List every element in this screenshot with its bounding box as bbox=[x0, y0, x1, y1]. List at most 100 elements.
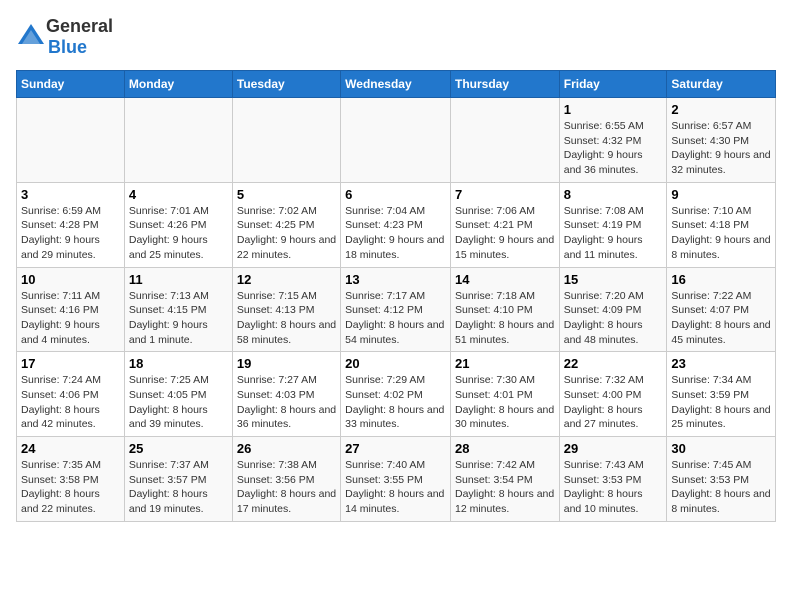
day-number: 12 bbox=[237, 272, 336, 287]
day-cell-5-6: 29 Sunrise: 7:43 AM Sunset: 3:53 PM Dayli… bbox=[559, 437, 667, 522]
day-number: 18 bbox=[129, 356, 228, 371]
day-cell-4-3: 19 Sunrise: 7:27 AM Sunset: 4:03 PM Dayli… bbox=[232, 352, 340, 437]
day-number: 22 bbox=[564, 356, 663, 371]
day-cell-4-6: 22 Sunrise: 7:32 AM Sunset: 4:00 PM Dayli… bbox=[559, 352, 667, 437]
day-info: Sunrise: 7:04 AM Sunset: 4:23 PM Dayligh… bbox=[345, 204, 446, 263]
day-cell-4-7: 23Sunrise: 7:34 AM Sunset: 3:59 PM Dayli… bbox=[667, 352, 776, 437]
day-cell-5-4: 27 Sunrise: 7:40 AM Sunset: 3:55 PM Dayli… bbox=[341, 437, 451, 522]
day-cell-3-4: 13 Sunrise: 7:17 AM Sunset: 4:12 PM Dayli… bbox=[341, 267, 451, 352]
day-info: Sunrise: 7:22 AM Sunset: 4:07 PM Dayligh… bbox=[671, 289, 771, 348]
day-cell-4-5: 21 Sunrise: 7:30 AM Sunset: 4:01 PM Dayli… bbox=[450, 352, 559, 437]
day-cell-3-6: 15Sunrise: 7:20 AM Sunset: 4:09 PM Dayli… bbox=[559, 267, 667, 352]
weekday-header-sunday: Sunday bbox=[17, 71, 125, 98]
day-info: Sunrise: 7:34 AM Sunset: 3:59 PM Dayligh… bbox=[671, 373, 771, 432]
weekday-header-row: SundayMondayTuesdayWednesdayThursdayFrid… bbox=[17, 71, 776, 98]
day-info: Sunrise: 7:13 AM Sunset: 4:15 PM Dayligh… bbox=[129, 289, 228, 348]
day-number: 3 bbox=[21, 187, 120, 202]
day-cell-1-1 bbox=[17, 98, 125, 183]
week-row-1: 1 Sunrise: 6:55 AM Sunset: 4:32 PM Daylig… bbox=[17, 98, 776, 183]
day-cell-5-5: 28 Sunrise: 7:42 AM Sunset: 3:54 PM Dayli… bbox=[450, 437, 559, 522]
day-cell-3-3: 12 Sunrise: 7:15 AM Sunset: 4:13 PM Dayli… bbox=[232, 267, 340, 352]
day-info: Sunrise: 7:42 AM Sunset: 3:54 PM Dayligh… bbox=[455, 458, 555, 517]
day-cell-2-1: 3Sunrise: 6:59 AM Sunset: 4:28 PM Daylig… bbox=[17, 182, 125, 267]
calendar-body: 1 Sunrise: 6:55 AM Sunset: 4:32 PM Daylig… bbox=[17, 98, 776, 522]
day-number: 9 bbox=[671, 187, 771, 202]
day-number: 24 bbox=[21, 441, 120, 456]
day-number: 6 bbox=[345, 187, 446, 202]
day-info: Sunrise: 7:24 AM Sunset: 4:06 PM Dayligh… bbox=[21, 373, 120, 432]
logo-general: General bbox=[46, 16, 113, 36]
day-number: 7 bbox=[455, 187, 555, 202]
day-info: Sunrise: 7:32 AM Sunset: 4:00 PM Dayligh… bbox=[564, 373, 663, 432]
day-number: 17 bbox=[21, 356, 120, 371]
day-cell-1-6: 1 Sunrise: 6:55 AM Sunset: 4:32 PM Daylig… bbox=[559, 98, 667, 183]
day-cell-2-5: 7 Sunrise: 7:06 AM Sunset: 4:21 PM Daylig… bbox=[450, 182, 559, 267]
day-number: 25 bbox=[129, 441, 228, 456]
day-info: Sunrise: 7:10 AM Sunset: 4:18 PM Dayligh… bbox=[671, 204, 771, 263]
weekday-header-monday: Monday bbox=[124, 71, 232, 98]
day-cell-1-7: 2 Sunrise: 6:57 AM Sunset: 4:30 PM Daylig… bbox=[667, 98, 776, 183]
day-number: 14 bbox=[455, 272, 555, 287]
day-number: 29 bbox=[564, 441, 663, 456]
day-number: 13 bbox=[345, 272, 446, 287]
day-info: Sunrise: 7:08 AM Sunset: 4:19 PM Dayligh… bbox=[564, 204, 663, 263]
day-number: 26 bbox=[237, 441, 336, 456]
day-number: 8 bbox=[564, 187, 663, 202]
day-info: Sunrise: 7:45 AM Sunset: 3:53 PM Dayligh… bbox=[671, 458, 771, 517]
day-info: Sunrise: 7:27 AM Sunset: 4:03 PM Dayligh… bbox=[237, 373, 336, 432]
day-info: Sunrise: 7:37 AM Sunset: 3:57 PM Dayligh… bbox=[129, 458, 228, 517]
logo-blue: Blue bbox=[48, 37, 87, 57]
day-cell-2-6: 8 Sunrise: 7:08 AM Sunset: 4:19 PM Daylig… bbox=[559, 182, 667, 267]
day-cell-5-1: 24 Sunrise: 7:35 AM Sunset: 3:58 PM Dayli… bbox=[17, 437, 125, 522]
day-cell-4-2: 18 Sunrise: 7:25 AM Sunset: 4:05 PM Dayli… bbox=[124, 352, 232, 437]
day-info: Sunrise: 7:43 AM Sunset: 3:53 PM Dayligh… bbox=[564, 458, 663, 517]
day-info: Sunrise: 7:25 AM Sunset: 4:05 PM Dayligh… bbox=[129, 373, 228, 432]
day-cell-5-3: 26 Sunrise: 7:38 AM Sunset: 3:56 PM Dayli… bbox=[232, 437, 340, 522]
day-info: Sunrise: 6:57 AM Sunset: 4:30 PM Dayligh… bbox=[671, 119, 771, 178]
day-number: 20 bbox=[345, 356, 446, 371]
day-number: 2 bbox=[671, 102, 771, 117]
day-number: 4 bbox=[129, 187, 228, 202]
day-number: 28 bbox=[455, 441, 555, 456]
day-number: 27 bbox=[345, 441, 446, 456]
day-info: Sunrise: 6:55 AM Sunset: 4:32 PM Dayligh… bbox=[564, 119, 663, 178]
week-row-2: 3Sunrise: 6:59 AM Sunset: 4:28 PM Daylig… bbox=[17, 182, 776, 267]
day-info: Sunrise: 7:29 AM Sunset: 4:02 PM Dayligh… bbox=[345, 373, 446, 432]
day-info: Sunrise: 7:30 AM Sunset: 4:01 PM Dayligh… bbox=[455, 373, 555, 432]
calendar-table: SundayMondayTuesdayWednesdayThursdayFrid… bbox=[16, 70, 776, 522]
weekday-header-friday: Friday bbox=[559, 71, 667, 98]
day-cell-5-7: 30Sunrise: 7:45 AM Sunset: 3:53 PM Dayli… bbox=[667, 437, 776, 522]
logo: General Blue bbox=[16, 16, 113, 58]
header: General Blue bbox=[16, 16, 776, 58]
day-info: Sunrise: 7:40 AM Sunset: 3:55 PM Dayligh… bbox=[345, 458, 446, 517]
day-number: 19 bbox=[237, 356, 336, 371]
week-row-5: 24 Sunrise: 7:35 AM Sunset: 3:58 PM Dayli… bbox=[17, 437, 776, 522]
day-cell-1-5 bbox=[450, 98, 559, 183]
day-cell-2-2: 4 Sunrise: 7:01 AM Sunset: 4:26 PM Daylig… bbox=[124, 182, 232, 267]
day-cell-2-4: 6 Sunrise: 7:04 AM Sunset: 4:23 PM Daylig… bbox=[341, 182, 451, 267]
day-info: Sunrise: 7:35 AM Sunset: 3:58 PM Dayligh… bbox=[21, 458, 120, 517]
day-info: Sunrise: 7:18 AM Sunset: 4:10 PM Dayligh… bbox=[455, 289, 555, 348]
day-number: 11 bbox=[129, 272, 228, 287]
day-number: 21 bbox=[455, 356, 555, 371]
day-info: Sunrise: 7:06 AM Sunset: 4:21 PM Dayligh… bbox=[455, 204, 555, 263]
day-info: Sunrise: 7:38 AM Sunset: 3:56 PM Dayligh… bbox=[237, 458, 336, 517]
weekday-header-saturday: Saturday bbox=[667, 71, 776, 98]
day-number: 1 bbox=[564, 102, 663, 117]
day-info: Sunrise: 7:15 AM Sunset: 4:13 PM Dayligh… bbox=[237, 289, 336, 348]
day-info: Sunrise: 7:02 AM Sunset: 4:25 PM Dayligh… bbox=[237, 204, 336, 263]
day-cell-5-2: 25 Sunrise: 7:37 AM Sunset: 3:57 PM Dayli… bbox=[124, 437, 232, 522]
day-info: Sunrise: 7:17 AM Sunset: 4:12 PM Dayligh… bbox=[345, 289, 446, 348]
weekday-header-thursday: Thursday bbox=[450, 71, 559, 98]
day-cell-3-1: 10Sunrise: 7:11 AM Sunset: 4:16 PM Dayli… bbox=[17, 267, 125, 352]
week-row-4: 17 Sunrise: 7:24 AM Sunset: 4:06 PM Dayli… bbox=[17, 352, 776, 437]
day-cell-1-2 bbox=[124, 98, 232, 183]
day-number: 10 bbox=[21, 272, 120, 287]
day-cell-2-7: 9 Sunrise: 7:10 AM Sunset: 4:18 PM Daylig… bbox=[667, 182, 776, 267]
day-cell-3-2: 11 Sunrise: 7:13 AM Sunset: 4:15 PM Dayli… bbox=[124, 267, 232, 352]
week-row-3: 10Sunrise: 7:11 AM Sunset: 4:16 PM Dayli… bbox=[17, 267, 776, 352]
day-cell-3-7: 16Sunrise: 7:22 AM Sunset: 4:07 PM Dayli… bbox=[667, 267, 776, 352]
day-info: Sunrise: 7:20 AM Sunset: 4:09 PM Dayligh… bbox=[564, 289, 663, 348]
day-cell-4-1: 17 Sunrise: 7:24 AM Sunset: 4:06 PM Dayli… bbox=[17, 352, 125, 437]
day-info: Sunrise: 7:01 AM Sunset: 4:26 PM Dayligh… bbox=[129, 204, 228, 263]
